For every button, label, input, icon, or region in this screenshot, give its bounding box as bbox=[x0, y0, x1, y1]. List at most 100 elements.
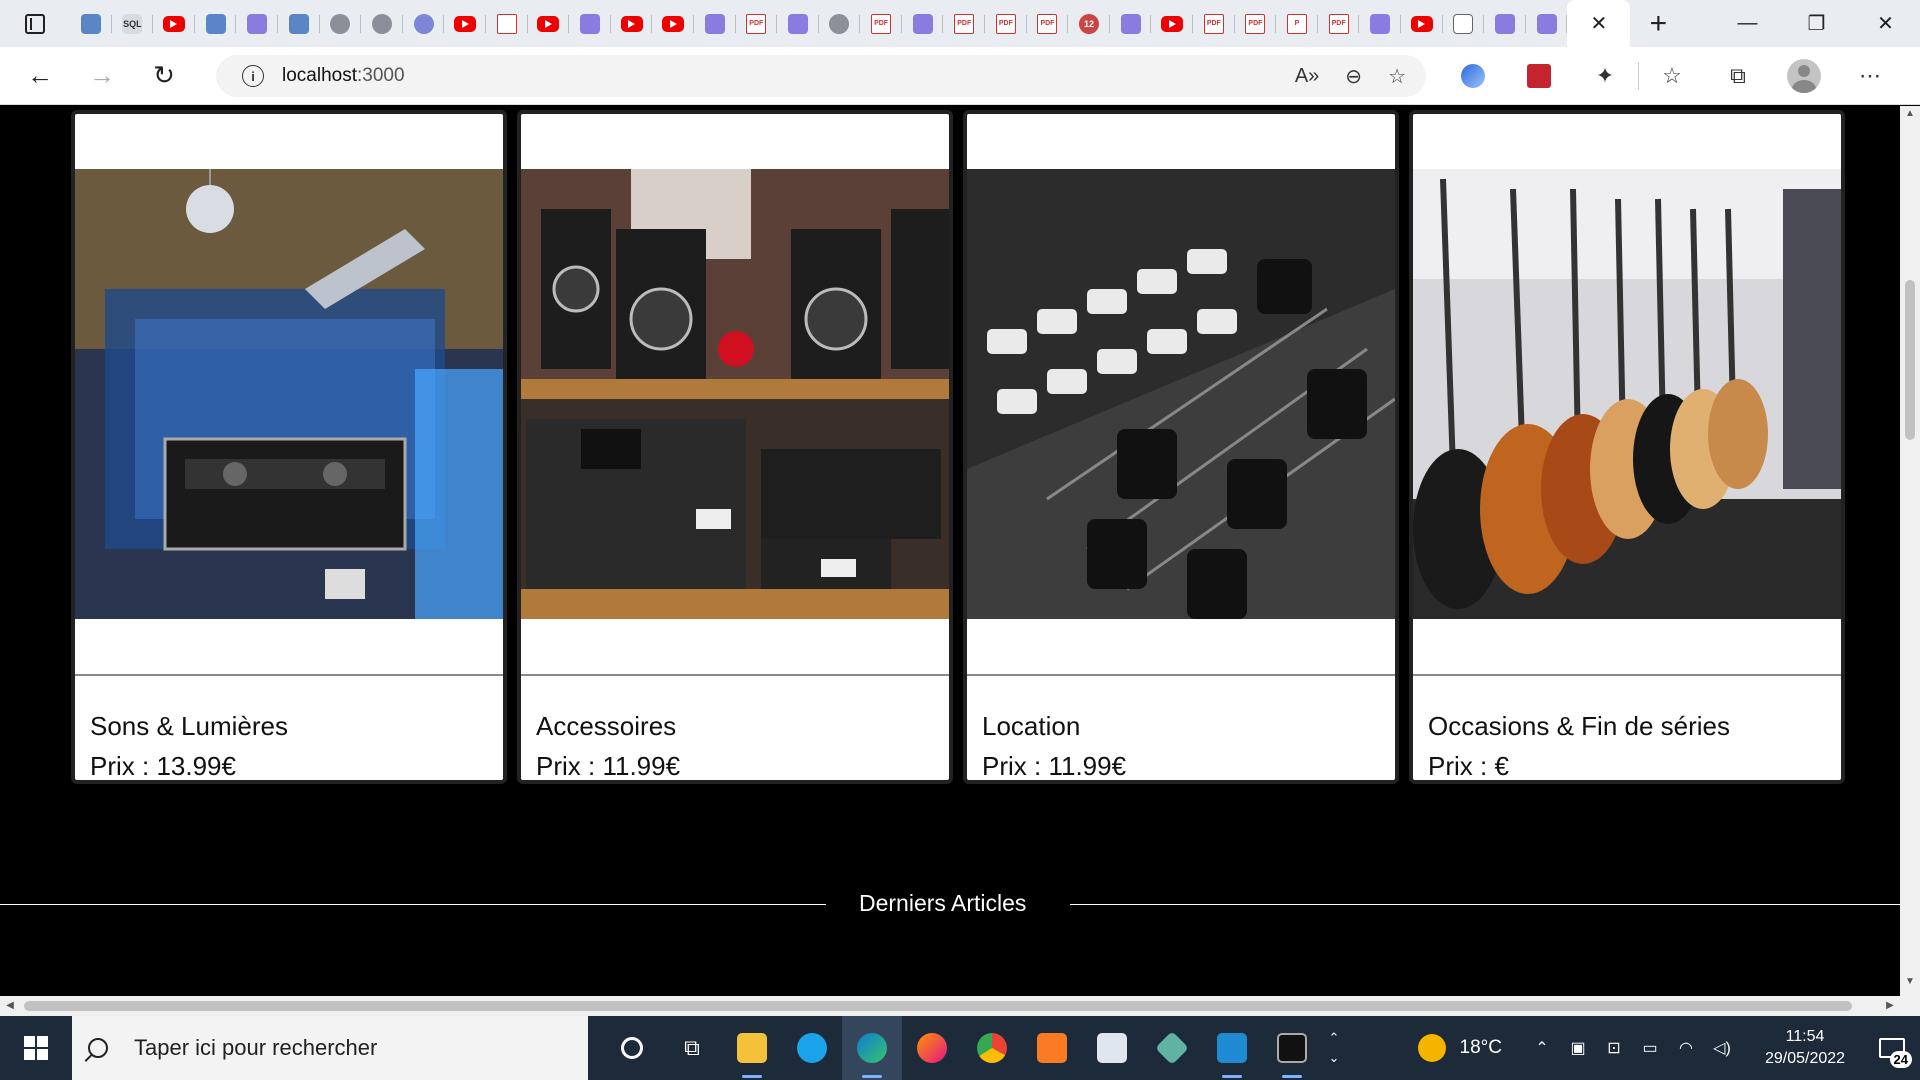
horizontal-scrollbar[interactable]: ◀ ▶ bbox=[0, 996, 1900, 1016]
taskbar-vscode[interactable] bbox=[1202, 1016, 1262, 1080]
browser-tab[interactable] bbox=[403, 0, 445, 47]
horizontal-scroll-thumb[interactable] bbox=[24, 1001, 1852, 1011]
vertical-scroll-thumb[interactable] bbox=[1905, 280, 1915, 440]
card-title[interactable]: Accessoires bbox=[536, 711, 676, 742]
browser-tab[interactable] bbox=[528, 0, 570, 47]
browser-tab[interactable] bbox=[1443, 0, 1485, 47]
browser-tab[interactable]: PDF bbox=[943, 0, 985, 47]
notifications-button[interactable]: 24 bbox=[1864, 1016, 1920, 1080]
browser-tab[interactable]: PDF bbox=[1318, 0, 1360, 47]
browser-tab[interactable] bbox=[1401, 0, 1443, 47]
browser-tab[interactable] bbox=[70, 0, 112, 47]
favorites-button[interactable]: ☆ bbox=[1639, 47, 1705, 105]
taskbar-chrome[interactable] bbox=[962, 1016, 1022, 1080]
show-hidden-icons-icon[interactable]: ⌃ bbox=[1524, 1038, 1560, 1058]
site-info-icon[interactable]: i bbox=[242, 65, 264, 87]
browser-tab[interactable] bbox=[1526, 0, 1568, 47]
browser-tab[interactable] bbox=[819, 0, 861, 47]
browser-tab[interactable] bbox=[320, 0, 362, 47]
browser-tab[interactable] bbox=[777, 0, 819, 47]
browser-tab[interactable] bbox=[694, 0, 736, 47]
browser-tab[interactable]: PDF bbox=[860, 0, 902, 47]
browser-tab[interactable] bbox=[153, 0, 195, 47]
browser-tab[interactable] bbox=[278, 0, 320, 47]
forward-button[interactable]: → bbox=[80, 54, 124, 98]
scroll-right-icon[interactable]: ▶ bbox=[1880, 996, 1900, 1016]
browser-tab[interactable]: PDF bbox=[1027, 0, 1069, 47]
taskbar-edge[interactable] bbox=[842, 1016, 902, 1080]
browser-tab[interactable]: 12 bbox=[1068, 0, 1110, 47]
extensions-button[interactable]: ✦ bbox=[1572, 47, 1638, 105]
wifi-icon[interactable]: ◠ bbox=[1668, 1038, 1704, 1058]
taskbar-xampp[interactable] bbox=[1022, 1016, 1082, 1080]
zoom-out-icon[interactable]: ⊖ bbox=[1345, 64, 1362, 89]
profile-button[interactable] bbox=[1771, 47, 1837, 105]
card-title[interactable]: Sons & Lumières bbox=[90, 711, 288, 742]
product-card[interactable]: Location Prix : 11.99€ bbox=[963, 110, 1399, 784]
clock[interactable]: 11:54 29/05/2022 bbox=[1746, 1026, 1864, 1070]
refresh-button[interactable]: ↻ bbox=[142, 54, 186, 98]
minimize-button[interactable]: — bbox=[1713, 0, 1782, 47]
browser-tab[interactable] bbox=[1110, 0, 1152, 47]
taskbar-app[interactable] bbox=[1082, 1016, 1142, 1080]
taskbar-overflow[interactable]: ⌃ ⌄ bbox=[1322, 1028, 1346, 1068]
meet-now-icon[interactable]: ▣ bbox=[1560, 1038, 1596, 1058]
browser-tab[interactable] bbox=[236, 0, 278, 47]
scroll-up-icon[interactable]: ▲ bbox=[1900, 108, 1920, 126]
new-tab-button[interactable]: + bbox=[1630, 0, 1686, 47]
close-tab-icon[interactable]: ✕ bbox=[1590, 11, 1607, 36]
browser-tab[interactable] bbox=[361, 0, 403, 47]
product-card[interactable]: Accessoires Prix : 11.99€ bbox=[517, 110, 953, 784]
extension-button[interactable] bbox=[1506, 47, 1572, 105]
taskbar-file-explorer[interactable] bbox=[722, 1016, 782, 1080]
browser-tab[interactable] bbox=[1151, 0, 1193, 47]
browser-tab[interactable] bbox=[195, 0, 237, 47]
browser-tab[interactable] bbox=[444, 0, 486, 47]
add-favorite-icon[interactable]: ☆ bbox=[1388, 64, 1406, 89]
taskbar-search[interactable]: Taper ici pour rechercher bbox=[72, 1016, 588, 1080]
weather-icon[interactable] bbox=[1417, 1034, 1446, 1062]
weather-temperature[interactable]: 18°C bbox=[1460, 1037, 1502, 1059]
battery-icon[interactable]: ▭ bbox=[1632, 1038, 1668, 1058]
browser-tab[interactable] bbox=[1359, 0, 1401, 47]
browser-tab[interactable]: P bbox=[1276, 0, 1318, 47]
start-button[interactable] bbox=[0, 1016, 72, 1080]
url-text[interactable]: localhost:3000 bbox=[282, 65, 405, 87]
scroll-down-icon[interactable]: ▼ bbox=[1900, 976, 1920, 994]
tab-actions-button[interactable] bbox=[0, 0, 70, 47]
browser-tab[interactable] bbox=[569, 0, 611, 47]
tab-active[interactable]: ✕ bbox=[1567, 0, 1631, 47]
collections-button[interactable]: ⧉ bbox=[1705, 47, 1771, 105]
taskbar-firefox[interactable] bbox=[902, 1016, 962, 1080]
browser-tab[interactable]: PDF bbox=[1235, 0, 1277, 47]
browser-tab[interactable]: PDF bbox=[736, 0, 778, 47]
cortana-button[interactable] bbox=[602, 1016, 662, 1080]
browser-tab[interactable]: PDF bbox=[985, 0, 1027, 47]
settings-menu-button[interactable]: ⋯ bbox=[1837, 47, 1903, 105]
back-button[interactable]: ← bbox=[18, 54, 62, 98]
browser-tab[interactable] bbox=[486, 0, 528, 47]
browser-tab[interactable] bbox=[652, 0, 694, 47]
volume-icon[interactable]: ◁) bbox=[1704, 1038, 1740, 1058]
taskbar-app[interactable] bbox=[782, 1016, 842, 1080]
browser-tab[interactable] bbox=[1484, 0, 1526, 47]
read-aloud-icon[interactable]: A» bbox=[1295, 65, 1319, 88]
browser-tab[interactable] bbox=[902, 0, 944, 47]
taskbar-app[interactable] bbox=[1142, 1016, 1202, 1080]
scroll-left-icon[interactable]: ◀ bbox=[0, 996, 20, 1016]
close-window-button[interactable]: ✕ bbox=[1851, 0, 1920, 47]
vertical-scrollbar[interactable]: ▲ ▼ bbox=[1900, 106, 1920, 996]
restore-button[interactable]: ❐ bbox=[1782, 0, 1851, 47]
card-title[interactable]: Location bbox=[982, 711, 1080, 742]
card-title[interactable]: Occasions & Fin de séries bbox=[1428, 711, 1730, 742]
product-card[interactable]: Sons & Lumières Prix : 13.99€ bbox=[71, 110, 507, 784]
extension-button[interactable] bbox=[1440, 47, 1506, 105]
browser-tab[interactable]: PDF bbox=[1193, 0, 1235, 47]
screenshot-icon[interactable]: ⊡ bbox=[1596, 1038, 1632, 1058]
product-card[interactable]: Occasions & Fin de séries Prix : € bbox=[1409, 110, 1845, 784]
taskbar-terminal[interactable] bbox=[1262, 1016, 1322, 1080]
task-view-button[interactable]: ⧉ bbox=[662, 1016, 722, 1080]
browser-tab[interactable]: SQL bbox=[112, 0, 154, 47]
browser-tab[interactable] bbox=[611, 0, 653, 47]
address-bar[interactable]: i localhost:3000 A» ⊖ ☆ bbox=[216, 55, 1426, 97]
